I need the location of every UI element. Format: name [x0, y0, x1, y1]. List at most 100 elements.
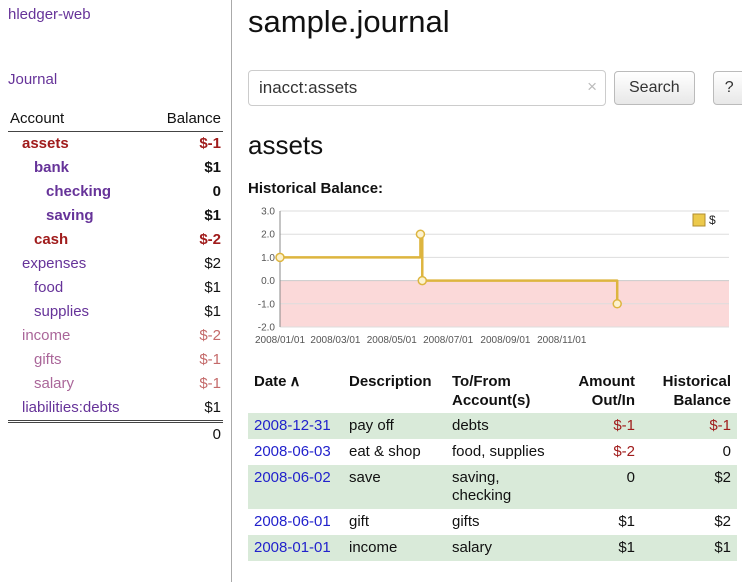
column-header-description: Description: [343, 369, 446, 413]
account-row-liabilities-debts: liabilities:debts $1: [8, 396, 223, 420]
transaction-amount: $1: [563, 509, 641, 535]
account-row-cash: cash $-2: [8, 228, 223, 252]
account-row-gifts: gifts $-1: [8, 348, 223, 372]
account-balance: 0: [213, 182, 221, 202]
register-row: 2008-06-02 save saving, checking 0 $2: [248, 465, 737, 509]
account-link-gifts[interactable]: gifts: [10, 350, 62, 370]
svg-text:0.0: 0.0: [261, 276, 275, 287]
account-link-cash[interactable]: cash: [10, 230, 68, 250]
account-balance: $-2: [199, 230, 221, 250]
date-header-label: Date: [254, 373, 287, 390]
register-row: 2008-06-01 gift gifts $1 $2: [248, 509, 737, 535]
page-title: sample.journal: [248, 4, 742, 40]
transaction-accounts: debts: [446, 413, 563, 439]
transaction-amount: $-1: [563, 413, 641, 439]
transaction-description: income: [343, 535, 446, 561]
svg-text:2008/03/01: 2008/03/01: [310, 335, 360, 346]
svg-text:2008/09/01: 2008/09/01: [480, 335, 530, 346]
transaction-amount: 0: [563, 465, 641, 509]
column-header-date[interactable]: Date∧: [248, 369, 343, 413]
search-input[interactable]: [248, 70, 606, 106]
transaction-date-link[interactable]: 2008-12-31: [254, 417, 331, 434]
account-row-income: income $-2: [8, 324, 223, 348]
column-header-balance: Historical Balance: [641, 369, 737, 413]
transaction-date-link[interactable]: 2008-01-01: [254, 539, 331, 556]
transaction-description: gift: [343, 509, 446, 535]
account-balance: $-2: [199, 326, 221, 346]
svg-text:2.0: 2.0: [261, 230, 275, 241]
svg-text:2008/01/01: 2008/01/01: [255, 335, 305, 346]
column-header-account: To/From Account(s): [446, 369, 563, 413]
account-link-saving[interactable]: saving: [10, 206, 94, 226]
register-row: 2008-12-31 pay off debts $-1 $-1: [248, 413, 737, 439]
account-balance: $-1: [199, 350, 221, 370]
svg-text:-2.0: -2.0: [258, 323, 276, 334]
register-header-row: Date∧ Description To/From Account(s) Amo…: [248, 369, 737, 413]
account-link-expenses[interactable]: expenses: [10, 254, 86, 274]
svg-text:2008/05/01: 2008/05/01: [367, 335, 417, 346]
account-link-supplies[interactable]: supplies: [10, 302, 89, 322]
register-table: Date∧ Description To/From Account(s) Amo…: [248, 369, 737, 561]
accounts-total-value: 0: [213, 426, 221, 443]
account-balance: $-1: [199, 134, 221, 154]
transaction-description: eat & shop: [343, 439, 446, 465]
transaction-date-link[interactable]: 2008-06-01: [254, 513, 331, 530]
account-balance: $-1: [199, 374, 221, 394]
search-form: × Search ?: [248, 70, 742, 106]
account-link-income[interactable]: income: [10, 326, 70, 346]
svg-text:1.0: 1.0: [261, 253, 275, 264]
transaction-date-link[interactable]: 2008-06-03: [254, 443, 331, 460]
sort-ascending-icon: ∧: [290, 373, 301, 390]
account-balance: $1: [204, 278, 221, 298]
accounts-total-row: 0: [8, 420, 223, 443]
transaction-accounts: salary: [446, 535, 563, 561]
transaction-balance: $-1: [641, 413, 737, 439]
help-button[interactable]: ?: [713, 71, 742, 105]
account-row-expenses: expenses $2: [8, 252, 223, 276]
transaction-balance: $2: [641, 465, 737, 509]
app-window: hledger-web Journal Account Balance asse…: [0, 0, 742, 582]
account-column-header: Account: [10, 110, 64, 127]
account-row-salary: salary $-1: [8, 372, 223, 396]
transaction-description: save: [343, 465, 446, 509]
account-balance: $1: [204, 398, 221, 418]
transaction-amount: $-2: [563, 439, 641, 465]
sidebar: hledger-web Journal Account Balance asse…: [0, 0, 231, 582]
accounts-header: Account Balance: [8, 108, 223, 132]
account-balance: $1: [204, 158, 221, 178]
account-link-food[interactable]: food: [10, 278, 63, 298]
transaction-accounts: gifts: [446, 509, 563, 535]
account-link-bank[interactable]: bank: [10, 158, 69, 178]
transaction-date-link[interactable]: 2008-06-02: [254, 469, 331, 486]
transaction-accounts: saving, checking: [446, 465, 563, 509]
account-row-assets: assets $-1: [8, 132, 223, 156]
svg-text:3.0: 3.0: [261, 207, 275, 218]
search-button[interactable]: Search: [614, 71, 695, 105]
account-row-food: food $1: [8, 276, 223, 300]
account-link-salary[interactable]: salary: [10, 374, 74, 394]
account-heading: assets: [248, 130, 742, 160]
sidebar-item-journal[interactable]: Journal: [8, 71, 223, 88]
account-balance: $1: [204, 302, 221, 322]
clear-search-icon[interactable]: ×: [587, 77, 597, 97]
column-header-amount: Amount Out/In: [563, 369, 641, 413]
search-field-wrap: ×: [248, 70, 606, 106]
account-balance: $2: [204, 254, 221, 274]
account-link-liabilities-debts[interactable]: liabilities:debts: [10, 398, 120, 418]
transaction-amount: $1: [563, 535, 641, 561]
app-title-link[interactable]: hledger-web: [8, 6, 223, 23]
account-link-checking[interactable]: checking: [10, 182, 111, 202]
svg-text:-1.0: -1.0: [258, 299, 276, 310]
register-row: 2008-01-01 income salary $1 $1: [248, 535, 737, 561]
svg-text:$: $: [709, 213, 716, 227]
transaction-description: pay off: [343, 413, 446, 439]
balance-column-header: Balance: [167, 110, 221, 127]
account-link-assets[interactable]: assets: [10, 134, 69, 154]
main-content: sample.journal × Search ? assets Histori…: [232, 0, 742, 582]
account-balance: $1: [204, 206, 221, 226]
svg-text:2008/07/01: 2008/07/01: [423, 335, 473, 346]
account-row-checking: checking 0: [8, 180, 223, 204]
register-row: 2008-06-03 eat & shop food, supplies $-2…: [248, 439, 737, 465]
account-row-bank: bank $1: [8, 156, 223, 180]
transaction-balance: 0: [641, 439, 737, 465]
